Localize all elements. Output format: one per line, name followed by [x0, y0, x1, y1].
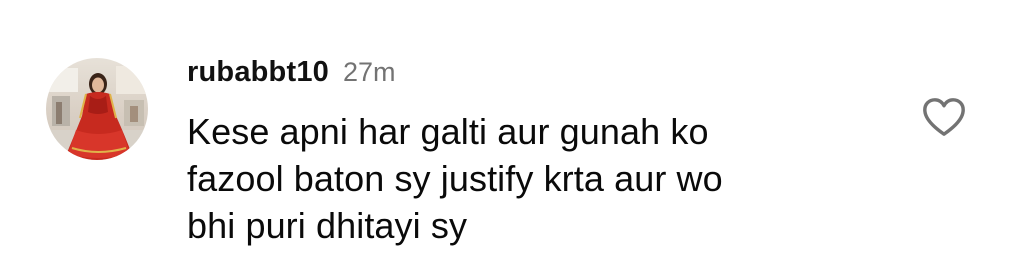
username-link[interactable]: rubabbt10 [187, 56, 329, 89]
heart-outline-icon [923, 98, 965, 136]
comment-text: Kese apni har galti aur gunah ko fazool … [187, 108, 887, 249]
avatar[interactable] [46, 58, 148, 160]
comment-item: rubabbt10 27m Kese apni har galti aur gu… [0, 0, 1024, 254]
comment-timestamp: 27m [343, 57, 396, 87]
like-button[interactable] [918, 94, 970, 140]
avatar-photo [46, 58, 148, 160]
comment-text-line: bhi puri dhitayi sy [187, 205, 468, 246]
comment-text-line: fazool baton sy justify krta aur wo [187, 158, 723, 199]
comment-text-line: Kese apni har galti aur gunah ko [187, 111, 709, 152]
comment-header: rubabbt10 27m [187, 56, 396, 92]
